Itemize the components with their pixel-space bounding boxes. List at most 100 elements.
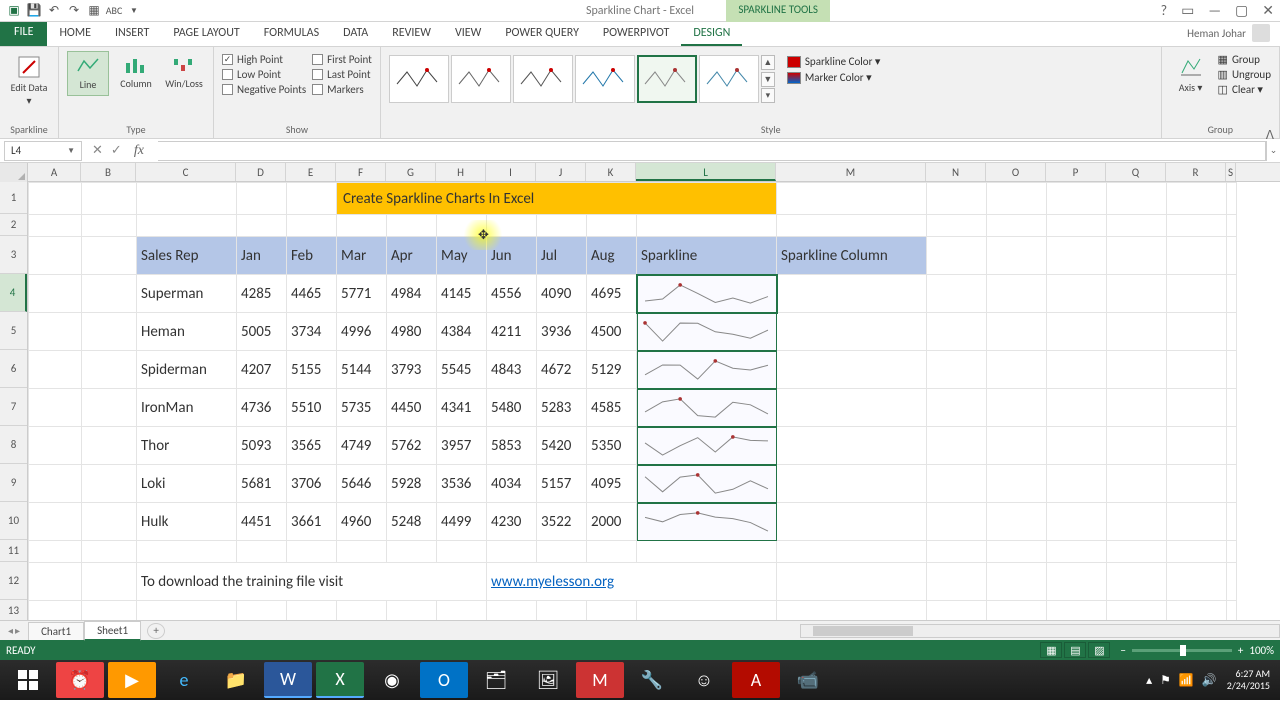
cell[interactable]: 4556 bbox=[487, 275, 537, 313]
cell[interactable] bbox=[777, 427, 927, 465]
cell[interactable] bbox=[777, 541, 927, 563]
user-account[interactable]: Heman Johar bbox=[1177, 20, 1280, 46]
cell[interactable]: Spiderman bbox=[137, 351, 237, 389]
tab-power-query[interactable]: POWER QUERY bbox=[493, 21, 591, 46]
cell[interactable]: 5545 bbox=[437, 351, 487, 389]
cell[interactable] bbox=[777, 351, 927, 389]
column-header[interactable]: F bbox=[336, 163, 386, 181]
cell[interactable]: 3661 bbox=[287, 503, 337, 541]
cell[interactable] bbox=[1167, 313, 1227, 351]
cell[interactable] bbox=[287, 601, 337, 621]
cell[interactable] bbox=[1107, 601, 1167, 621]
cell[interactable] bbox=[1047, 215, 1107, 237]
cell[interactable]: 4996 bbox=[337, 313, 387, 351]
file-tab[interactable]: FILE bbox=[0, 21, 47, 46]
type-line-button[interactable]: Line bbox=[67, 51, 109, 96]
column-header[interactable]: R bbox=[1166, 163, 1226, 181]
cell[interactable] bbox=[927, 313, 987, 351]
cell[interactable] bbox=[1047, 351, 1107, 389]
zoom-slider[interactable] bbox=[1132, 649, 1232, 652]
cell[interactable] bbox=[137, 183, 237, 215]
cell[interactable] bbox=[637, 215, 777, 237]
cell[interactable] bbox=[337, 541, 387, 563]
cell[interactable]: 4450 bbox=[387, 389, 437, 427]
axis-button[interactable]: Axis ▾ bbox=[1170, 51, 1212, 98]
cell[interactable] bbox=[987, 601, 1047, 621]
chk-first-point[interactable]: First Point bbox=[312, 53, 372, 66]
cell[interactable]: 4499 bbox=[437, 503, 487, 541]
taskbar-app[interactable]: 📹 bbox=[784, 662, 832, 698]
cancel-icon[interactable]: ✕ bbox=[92, 143, 103, 159]
chk-markers[interactable]: Markers bbox=[312, 83, 372, 96]
cell[interactable]: Thor bbox=[137, 427, 237, 465]
column-header[interactable]: J bbox=[536, 163, 586, 181]
taskbar-outlook-icon[interactable]: O bbox=[420, 662, 468, 698]
cell[interactable]: Sparkline Column bbox=[777, 237, 927, 275]
cell[interactable] bbox=[82, 237, 137, 275]
cell[interactable]: www.myelesson.org bbox=[487, 563, 777, 601]
cell[interactable]: 5853 bbox=[487, 427, 537, 465]
cell[interactable] bbox=[287, 183, 337, 215]
cell[interactable]: 5144 bbox=[337, 351, 387, 389]
view-page-break-icon[interactable]: ▨ bbox=[1088, 642, 1110, 658]
zoom-in-button[interactable]: + bbox=[1238, 644, 1243, 657]
cell[interactable] bbox=[1047, 465, 1107, 503]
sparkline-cell[interactable] bbox=[637, 351, 777, 389]
cell[interactable] bbox=[1107, 183, 1167, 215]
sparkline-cell[interactable] bbox=[637, 275, 777, 313]
column-header[interactable]: L bbox=[636, 163, 776, 181]
hyperlink[interactable]: www.myelesson.org bbox=[491, 573, 614, 591]
cell[interactable] bbox=[927, 237, 987, 275]
cell[interactable]: Aug bbox=[587, 237, 637, 275]
cell[interactable] bbox=[927, 465, 987, 503]
cell[interactable] bbox=[537, 541, 587, 563]
cell[interactable] bbox=[1227, 215, 1237, 237]
cell[interactable] bbox=[82, 465, 137, 503]
cell[interactable] bbox=[1107, 215, 1167, 237]
cell[interactable]: 5129 bbox=[587, 351, 637, 389]
column-header[interactable]: G bbox=[386, 163, 436, 181]
row-header[interactable]: 10 bbox=[0, 502, 27, 540]
column-header[interactable]: Q bbox=[1106, 163, 1166, 181]
tray-network-icon[interactable]: 📶 bbox=[1179, 673, 1194, 688]
cell[interactable] bbox=[82, 503, 137, 541]
cell[interactable]: Feb bbox=[287, 237, 337, 275]
cell[interactable]: 3793 bbox=[387, 351, 437, 389]
cell[interactable]: Superman bbox=[137, 275, 237, 313]
cell[interactable]: 4500 bbox=[587, 313, 637, 351]
tab-view[interactable]: VIEW bbox=[443, 21, 493, 46]
ribbon-display-icon[interactable]: ▭ bbox=[1181, 2, 1194, 19]
cell[interactable]: Heman bbox=[137, 313, 237, 351]
cell[interactable] bbox=[1227, 237, 1237, 275]
cell[interactable] bbox=[29, 541, 82, 563]
cell[interactable] bbox=[29, 275, 82, 313]
cell[interactable] bbox=[1047, 275, 1107, 313]
cell[interactable] bbox=[82, 215, 137, 237]
column-header[interactable]: E bbox=[286, 163, 336, 181]
column-header[interactable]: B bbox=[81, 163, 136, 181]
cell[interactable]: 5480 bbox=[487, 389, 537, 427]
cell[interactable] bbox=[987, 183, 1047, 215]
cell[interactable]: 4285 bbox=[237, 275, 287, 313]
cell[interactable] bbox=[927, 215, 987, 237]
cell[interactable]: 3734 bbox=[287, 313, 337, 351]
chk-low-point[interactable]: Low Point bbox=[222, 68, 306, 81]
cell[interactable]: 4749 bbox=[337, 427, 387, 465]
cell[interactable] bbox=[987, 541, 1047, 563]
chk-last-point[interactable]: Last Point bbox=[312, 68, 372, 81]
cell[interactable]: 5283 bbox=[537, 389, 587, 427]
column-header[interactable]: K bbox=[586, 163, 636, 181]
sparkline-cell[interactable] bbox=[637, 465, 777, 503]
cell[interactable] bbox=[777, 389, 927, 427]
cell[interactable] bbox=[927, 541, 987, 563]
cell[interactable] bbox=[777, 215, 927, 237]
cell[interactable]: 3522 bbox=[537, 503, 587, 541]
tab-insert[interactable]: INSERT bbox=[103, 21, 161, 46]
cell[interactable] bbox=[927, 427, 987, 465]
cell[interactable]: 4090 bbox=[537, 275, 587, 313]
cell[interactable]: 5350 bbox=[587, 427, 637, 465]
cell[interactable] bbox=[29, 503, 82, 541]
cell[interactable] bbox=[1047, 313, 1107, 351]
cell[interactable] bbox=[437, 541, 487, 563]
row-header[interactable]: 4 bbox=[0, 274, 27, 312]
